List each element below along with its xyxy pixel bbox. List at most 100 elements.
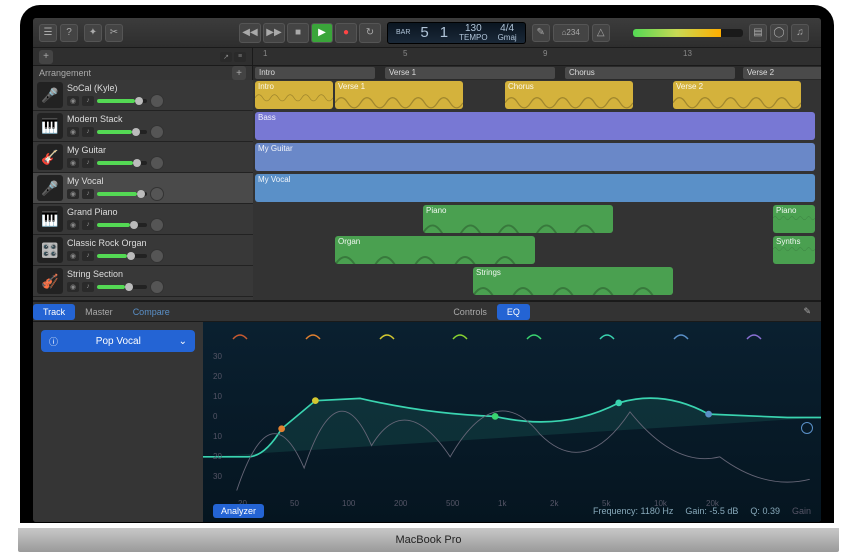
solo-button[interactable]: ♪ bbox=[82, 189, 94, 199]
track-name: Grand Piano bbox=[67, 207, 249, 217]
region[interactable]: Synths bbox=[773, 236, 815, 264]
hdr-btn-2[interactable]: ≡ bbox=[234, 52, 246, 62]
solo-button[interactable]: ♪ bbox=[82, 96, 94, 106]
solo-button[interactable]: ♪ bbox=[82, 127, 94, 137]
pan-knob[interactable] bbox=[150, 125, 164, 139]
tab-master[interactable]: Master bbox=[75, 304, 123, 320]
forward-button[interactable]: ▶▶ bbox=[263, 23, 285, 43]
mute-button[interactable]: ◉ bbox=[67, 158, 79, 168]
region[interactable]: Piano bbox=[773, 205, 815, 233]
track-header[interactable]: 🎹 Modern Stack ◉ ♪ bbox=[33, 111, 253, 142]
track-header[interactable]: 🎤 My Vocal ◉ ♪ bbox=[33, 173, 253, 204]
pan-knob[interactable] bbox=[150, 187, 164, 201]
output-gain-knob[interactable] bbox=[801, 422, 813, 434]
hdr-btn-1[interactable]: ↗ bbox=[220, 52, 232, 62]
app-window: ☰ ? ✦ ✂ ◀◀ ▶▶ ■ ▶ ● ↻ BAR 5 1 130 TEMPO … bbox=[33, 18, 821, 522]
solo-button[interactable]: ♪ bbox=[82, 220, 94, 230]
track-name: My Guitar bbox=[67, 145, 249, 155]
pan-knob[interactable] bbox=[150, 218, 164, 232]
library-button[interactable]: ☰ bbox=[39, 24, 57, 42]
tab-track[interactable]: Track bbox=[33, 304, 75, 320]
mute-button[interactable]: ◉ bbox=[67, 127, 79, 137]
region[interactable]: Piano bbox=[423, 205, 613, 233]
arrangement-segment[interactable]: Verse 1 bbox=[385, 67, 555, 79]
preset-select[interactable]: ⓘ Pop Vocal ⌄ bbox=[41, 330, 195, 352]
eq-display[interactable]: 3020100102030 20501002005001k2k5k10k20k … bbox=[203, 322, 821, 522]
loops-button[interactable]: ◯ bbox=[770, 24, 788, 42]
track-header[interactable]: 🎸 My Guitar ◉ ♪ bbox=[33, 142, 253, 173]
cycle-button[interactable]: ↻ bbox=[359, 23, 381, 43]
region[interactable]: Bass bbox=[255, 112, 815, 140]
lcd-key[interactable]: Gmaj bbox=[498, 33, 517, 42]
volume-slider[interactable] bbox=[97, 130, 147, 134]
record-button[interactable]: ● bbox=[335, 23, 357, 43]
device-label: MacBook Pro bbox=[18, 528, 839, 552]
rewind-button[interactable]: ◀◀ bbox=[239, 23, 261, 43]
ruler-mark: 5 bbox=[403, 49, 407, 58]
mute-button[interactable]: ◉ bbox=[67, 282, 79, 292]
region[interactable]: My Guitar bbox=[255, 143, 815, 171]
volume-slider[interactable] bbox=[97, 192, 147, 196]
arrangement-segment[interactable]: Chorus bbox=[565, 67, 735, 79]
track-header[interactable]: 🎛️ Classic Rock Organ ◉ ♪ bbox=[33, 235, 253, 266]
region[interactable]: Intro bbox=[255, 81, 333, 109]
mute-button[interactable]: ◉ bbox=[67, 251, 79, 261]
volume-slider[interactable] bbox=[97, 99, 147, 103]
region[interactable]: My Vocal bbox=[255, 174, 815, 202]
volume-slider[interactable] bbox=[97, 161, 147, 165]
track-name: My Vocal bbox=[67, 176, 249, 186]
track-icon: 🎤 bbox=[37, 175, 63, 201]
mute-button[interactable]: ◉ bbox=[67, 189, 79, 199]
analyzer-button[interactable]: Analyzer bbox=[213, 504, 264, 518]
solo-button[interactable]: ♪ bbox=[82, 158, 94, 168]
quick-help-button[interactable]: ? bbox=[60, 24, 78, 42]
mute-button[interactable]: ◉ bbox=[67, 220, 79, 230]
solo-button[interactable]: ♪ bbox=[82, 251, 94, 261]
scissors-button[interactable]: ✂ bbox=[105, 24, 123, 42]
track-header[interactable]: 🎹 Grand Piano ◉ ♪ bbox=[33, 204, 253, 235]
region[interactable]: Organ bbox=[335, 236, 535, 264]
solo-button[interactable]: ♪ bbox=[82, 282, 94, 292]
notepad-button[interactable]: ▤ bbox=[749, 24, 767, 42]
add-track-button[interactable]: + bbox=[39, 50, 53, 64]
pan-knob[interactable] bbox=[150, 94, 164, 108]
track-header[interactable]: 🎤 SoCal (Kyle) ◉ ♪ bbox=[33, 80, 253, 111]
track-header[interactable]: 🎻 String Section ◉ ♪ bbox=[33, 266, 253, 297]
master-volume[interactable] bbox=[633, 29, 743, 37]
tuner-button[interactable]: ⌂234 bbox=[553, 24, 589, 42]
tab-compare[interactable]: Compare bbox=[123, 304, 180, 320]
add-arrangement-button[interactable]: + bbox=[232, 66, 246, 80]
lcd-tempo[interactable]: 130 bbox=[465, 24, 482, 33]
region[interactable]: Verse 1 bbox=[335, 81, 463, 109]
pan-knob[interactable] bbox=[150, 156, 164, 170]
media-button[interactable]: ♫ bbox=[791, 24, 809, 42]
timeline[interactable]: Intro Verse 1 Chorus Verse 2 Bass My Gui… bbox=[253, 80, 821, 300]
track-headers: 🎤 SoCal (Kyle) ◉ ♪ 🎹 Modern Stack ◉ ♪ bbox=[33, 80, 253, 300]
lcd-position[interactable]: 5 1 bbox=[420, 24, 449, 42]
volume-slider[interactable] bbox=[97, 285, 147, 289]
pan-knob[interactable] bbox=[150, 280, 164, 294]
ruler-mark: 1 bbox=[263, 49, 267, 58]
metronome-button[interactable]: △ bbox=[592, 24, 610, 42]
track-header-controls: + ↗ ≡ 1591317 bbox=[33, 48, 821, 66]
region[interactable]: Strings bbox=[473, 267, 673, 295]
volume-slider[interactable] bbox=[97, 223, 147, 227]
stop-button[interactable]: ■ bbox=[287, 23, 309, 43]
edit-button[interactable]: ✎ bbox=[793, 303, 821, 320]
tab-controls[interactable]: Controls bbox=[443, 304, 497, 320]
arrangement-segment[interactable]: Verse 2 bbox=[743, 67, 821, 79]
lcd-bar-label: BAR bbox=[396, 28, 410, 37]
lcd-timesig[interactable]: 4/4 bbox=[500, 24, 514, 33]
play-button[interactable]: ▶ bbox=[311, 23, 333, 43]
eq-curve[interactable] bbox=[203, 322, 821, 513]
tab-eq[interactable]: EQ bbox=[497, 304, 530, 320]
tool-button[interactable]: ✎ bbox=[532, 24, 550, 42]
region[interactable]: Verse 2 bbox=[673, 81, 801, 109]
volume-slider[interactable] bbox=[97, 254, 147, 258]
ruler[interactable]: 1591317 bbox=[253, 48, 821, 65]
settings-button[interactable]: ✦ bbox=[84, 24, 102, 42]
mute-button[interactable]: ◉ bbox=[67, 96, 79, 106]
pan-knob[interactable] bbox=[150, 249, 164, 263]
region[interactable]: Chorus bbox=[505, 81, 633, 109]
arrangement-segment[interactable]: Intro bbox=[255, 67, 375, 79]
